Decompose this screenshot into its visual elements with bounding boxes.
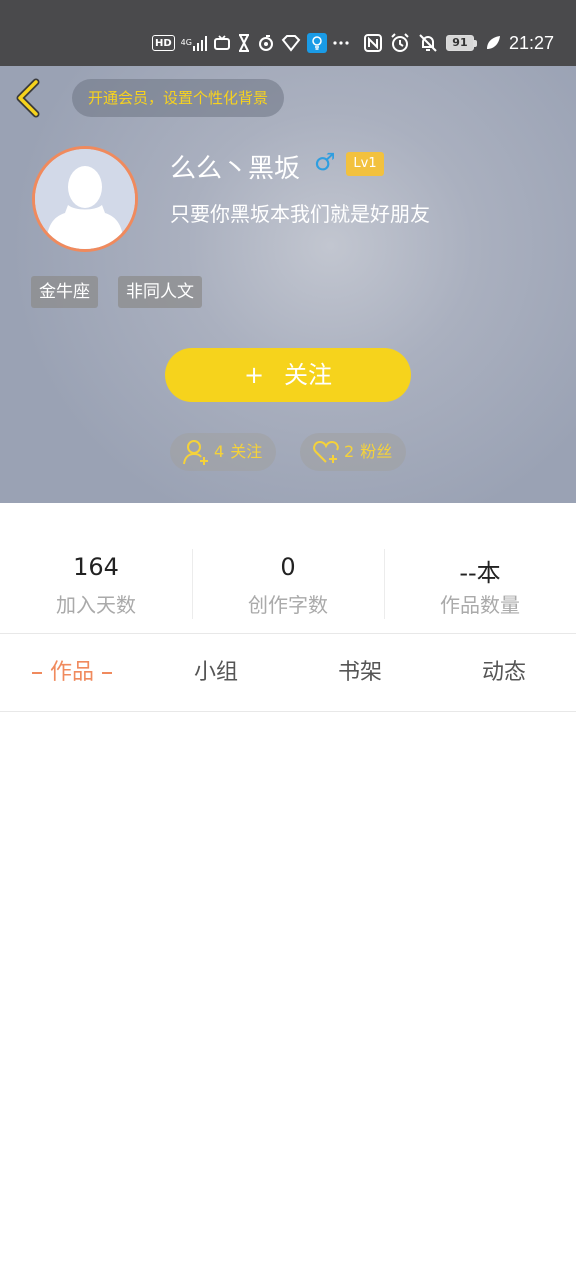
male-icon: ♂	[314, 148, 336, 176]
stat-label: 作品数量	[440, 593, 520, 617]
content-area	[0, 713, 576, 1280]
follow-button[interactable]: + 关注	[165, 348, 411, 402]
status-bar: HD 4G 91 21:27	[0, 0, 576, 66]
tv-icon	[213, 32, 231, 54]
stat-value: --本	[459, 559, 501, 587]
fans-count: 2	[344, 442, 355, 461]
profile-tabs: 作品 小组 书架 动态	[0, 634, 576, 712]
follow-label: 关注	[284, 361, 333, 389]
nfc-icon	[363, 32, 382, 54]
default-user-icon	[35, 149, 135, 249]
tab-works[interactable]: 作品	[0, 634, 144, 712]
profile-header: 开通会员，设置个性化背景 么么丶黑坂 ♂ Lv1 只要你黑坂本我们就是好朋友 金…	[0, 66, 576, 503]
fans-label: 粉丝	[360, 442, 393, 461]
alarm-icon	[390, 32, 410, 54]
leaf-icon	[485, 32, 501, 54]
stat-join-days: 164 加入天数	[0, 503, 192, 634]
following-label: 关注	[230, 442, 263, 461]
signal-icon: 4G	[181, 32, 208, 54]
plus-icon: +	[243, 361, 265, 389]
battery-icon: 91	[445, 35, 477, 51]
stat-label: 加入天数	[56, 593, 136, 617]
user-signature: 只要你黑坂本我们就是好朋友	[170, 202, 430, 226]
vip-background-link[interactable]: 开通会员，设置个性化背景	[72, 79, 285, 117]
tag-zodiac: 金牛座	[31, 276, 98, 308]
stat-works-count: --本 作品数量	[384, 503, 576, 634]
diamond-icon	[281, 32, 301, 54]
username: 么么丶黑坂	[170, 154, 301, 184]
tab-bookshelf[interactable]: 书架	[288, 634, 432, 712]
status-icons-left: HD 4G	[152, 30, 350, 56]
sync-icon	[257, 32, 275, 54]
heart-add-icon	[313, 440, 339, 463]
person-add-icon	[183, 440, 208, 465]
hourglass-icon	[237, 32, 251, 54]
clock: 21:27	[508, 32, 554, 53]
fans-pill[interactable]: 2 粉丝	[300, 433, 406, 471]
more-icon	[333, 32, 350, 54]
tab-activity[interactable]: 动态	[432, 634, 576, 712]
stat-value: 0	[280, 553, 296, 581]
active-indicator-left	[31, 672, 42, 674]
stat-value: 164	[73, 553, 119, 581]
level-badge: Lv1	[346, 152, 384, 176]
following-count: 4	[214, 442, 225, 461]
following-pill[interactable]: 4 关注	[170, 433, 276, 471]
hd-icon: HD	[152, 35, 175, 51]
avatar[interactable]	[32, 146, 138, 252]
stats-row: 164 加入天数 0 创作字数 --本 作品数量	[0, 503, 576, 634]
stat-label: 创作字数	[248, 593, 328, 617]
tag-genre: 非同人文	[118, 276, 202, 308]
stat-word-count: 0 创作字数	[192, 503, 384, 634]
bulb-app-icon	[307, 33, 328, 53]
mute-icon	[418, 32, 438, 54]
active-indicator-right	[102, 672, 112, 674]
status-icons-right: 91 21:27	[363, 30, 554, 56]
chevron-left-icon	[16, 78, 40, 118]
tab-label: 作品	[49, 660, 94, 685]
back-button[interactable]	[12, 78, 48, 118]
tab-groups[interactable]: 小组	[144, 634, 288, 712]
